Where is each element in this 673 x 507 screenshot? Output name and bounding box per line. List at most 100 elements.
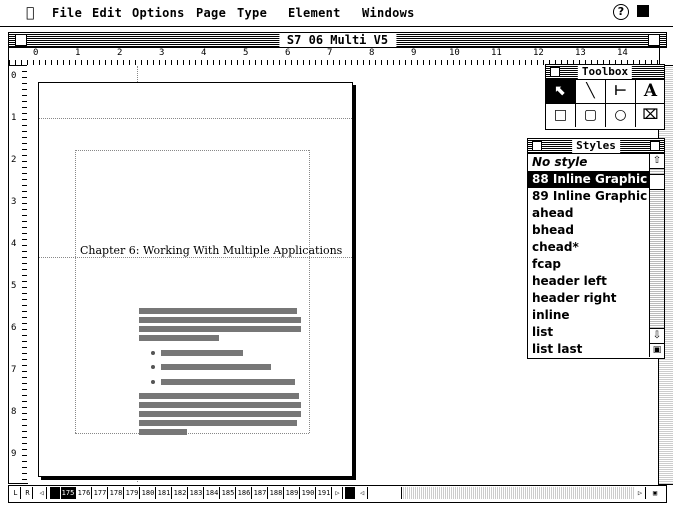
page-icon-188[interactable]: 188 <box>269 487 284 499</box>
application-icon[interactable] <box>637 5 649 17</box>
menu-page[interactable]: Page <box>196 6 226 20</box>
styles-zoom-box-icon[interactable] <box>650 141 660 151</box>
toolbox-close-box-icon[interactable] <box>550 67 560 77</box>
styles-title-bar[interactable]: Styles <box>528 139 664 154</box>
arrow-tool-icon[interactable]: ⬉ <box>546 80 576 104</box>
greeked-text-line[interactable] <box>139 317 301 323</box>
menu-edit[interactable]: Edit <box>92 6 122 20</box>
margin-guide-top <box>75 150 309 151</box>
greeked-text-line[interactable] <box>139 308 297 314</box>
style-item-88-inline-graphic[interactable]: 88 Inline Graphic <box>528 171 649 188</box>
menu-bar:  File Edit Options Page Type Element Wi… <box>0 0 673 27</box>
left-master-page-icon[interactable]: L <box>11 487 21 499</box>
ruler-label: 8 <box>369 48 375 58</box>
style-item-header-left[interactable]: header left <box>528 273 649 290</box>
style-item-ahead[interactable]: ahead <box>528 205 649 222</box>
scroll-right-arrow-icon[interactable]: ▷ <box>635 487 646 499</box>
ruler-label: 3 <box>11 197 17 207</box>
menu-file[interactable]: File <box>52 6 82 20</box>
scroll-up-arrow-icon[interactable]: ⇧ <box>650 154 664 169</box>
greeked-text-line[interactable] <box>139 411 301 417</box>
ruler-label: 0 <box>33 48 39 58</box>
menu-element[interactable]: Element <box>288 6 341 20</box>
page-icon-179[interactable]: 179 <box>125 487 140 499</box>
ruler-label: 11 <box>491 48 502 58</box>
greeked-text-line[interactable] <box>139 393 299 399</box>
greeked-text-line[interactable] <box>161 364 271 370</box>
page-icon-190[interactable]: 190 <box>301 487 316 499</box>
style-item-fcap[interactable]: fcap <box>528 256 649 273</box>
ruler-label: 14 <box>617 48 628 58</box>
oval-tool-icon[interactable]: ○ <box>606 104 636 127</box>
ruler-guide-horizontal[interactable] <box>39 118 352 119</box>
ruler-label: 9 <box>411 48 417 58</box>
greeked-text-line[interactable] <box>139 326 301 332</box>
toolbox-title-bar[interactable]: Toolbox <box>546 65 664 80</box>
page-icon-181[interactable]: 181 <box>157 487 172 499</box>
horizontal-scrollbar[interactable] <box>401 487 634 499</box>
greeked-text-line[interactable] <box>139 335 219 341</box>
page-icon-180[interactable]: 180 <box>141 487 156 499</box>
chapter-heading[interactable]: Chapter 6: Working With Multiple Applica… <box>80 244 342 257</box>
page-icon-189[interactable]: 189 <box>285 487 300 499</box>
scroll-thumb[interactable] <box>650 174 664 190</box>
toolbox-palette: Toolbox ⬉ ╲ ⊢ A □ ▢ ○ ⌧ <box>545 64 665 130</box>
style-item-list[interactable]: list <box>528 324 649 341</box>
menu-type[interactable]: Type <box>237 6 267 20</box>
text-tool-icon[interactable]: A <box>636 80 665 104</box>
page-icon-191[interactable]: 191 <box>317 487 332 499</box>
scroll-right-arrow-icon[interactable]: ▷ <box>333 487 343 499</box>
document-title-bar[interactable]: S7 06 Multi V5 <box>8 32 667 48</box>
page-icon-183[interactable]: 183 <box>189 487 204 499</box>
menu-windows[interactable]: Windows <box>362 6 415 20</box>
vertical-ruler[interactable]: 0 1 2 3 4 5 6 7 8 9 <box>8 65 28 484</box>
perpendicular-line-tool-icon[interactable]: ⊢ <box>606 80 636 104</box>
style-item-chead[interactable]: chead* <box>528 239 649 256</box>
page-icon-175[interactable]: 175 <box>61 487 76 499</box>
menu-options[interactable]: Options <box>132 6 185 20</box>
greeked-text-line[interactable] <box>139 420 297 426</box>
page-icon-186[interactable]: 186 <box>237 487 252 499</box>
page-icon-178[interactable]: 178 <box>109 487 124 499</box>
diagonal-line-tool-icon[interactable]: ╲ <box>576 80 606 104</box>
style-item-bhead[interactable]: bhead <box>528 222 649 239</box>
help-icon[interactable]: ? <box>613 4 629 20</box>
ruler-label: 2 <box>11 155 17 165</box>
page-icon-182[interactable]: 182 <box>173 487 188 499</box>
scroll-down-arrow-icon[interactable]: ⇩ <box>650 328 664 343</box>
styles-close-box-icon[interactable] <box>532 141 542 151</box>
style-item-list-last[interactable]: list last <box>528 341 649 358</box>
zoom-box-icon[interactable] <box>648 34 660 46</box>
close-box-icon[interactable] <box>15 34 27 46</box>
page-icon-187[interactable]: 187 <box>253 487 268 499</box>
styles-scrollbar[interactable]: ⇧ ⇩ ▣ <box>649 154 664 357</box>
greeked-text-line[interactable] <box>139 429 187 435</box>
page-icon-184[interactable]: 184 <box>205 487 220 499</box>
scroll-left-arrow-icon[interactable]: ◁ <box>357 487 368 499</box>
scroll-left-arrow-icon[interactable]: ◁ <box>37 487 47 499</box>
greeked-text-line[interactable] <box>139 402 301 408</box>
document-title: S7 06 Multi V5 <box>278 33 397 47</box>
rectangle-tool-icon[interactable]: □ <box>546 104 576 127</box>
ruler-guide-horizontal[interactable] <box>39 257 352 258</box>
page-icon-185[interactable]: 185 <box>221 487 236 499</box>
rounded-rectangle-tool-icon[interactable]: ▢ <box>576 104 606 127</box>
style-item-header-right[interactable]: header right <box>528 290 649 307</box>
crop-tool-icon[interactable]: ⌧ <box>636 104 665 127</box>
style-item-89-inline-graphic[interactable]: 89 Inline Graphic <box>528 188 649 205</box>
ruler-label: 7 <box>11 365 17 375</box>
style-item-no-style[interactable]: No style <box>528 154 649 171</box>
greeked-text-line[interactable] <box>161 379 295 385</box>
palette-grow-box-icon[interactable]: ▣ <box>650 343 664 357</box>
page-icon-176[interactable]: 176 <box>77 487 92 499</box>
style-item-inline[interactable]: inline <box>528 307 649 324</box>
margin-guide-bottom <box>75 433 309 434</box>
page-icon-bar: L R ◁ 175 176 177 178 179 180 181 182 18… <box>8 485 667 503</box>
document-page[interactable]: Chapter 6: Working With Multiple Applica… <box>38 82 353 477</box>
greeked-text-line[interactable] <box>161 350 243 356</box>
apple-menu-icon[interactable]:  <box>26 5 34 21</box>
right-master-page-icon[interactable]: R <box>23 487 33 499</box>
page-icon-spacer <box>345 487 355 499</box>
page-icon-177[interactable]: 177 <box>93 487 108 499</box>
grow-box-icon[interactable]: ▣ <box>649 487 661 499</box>
